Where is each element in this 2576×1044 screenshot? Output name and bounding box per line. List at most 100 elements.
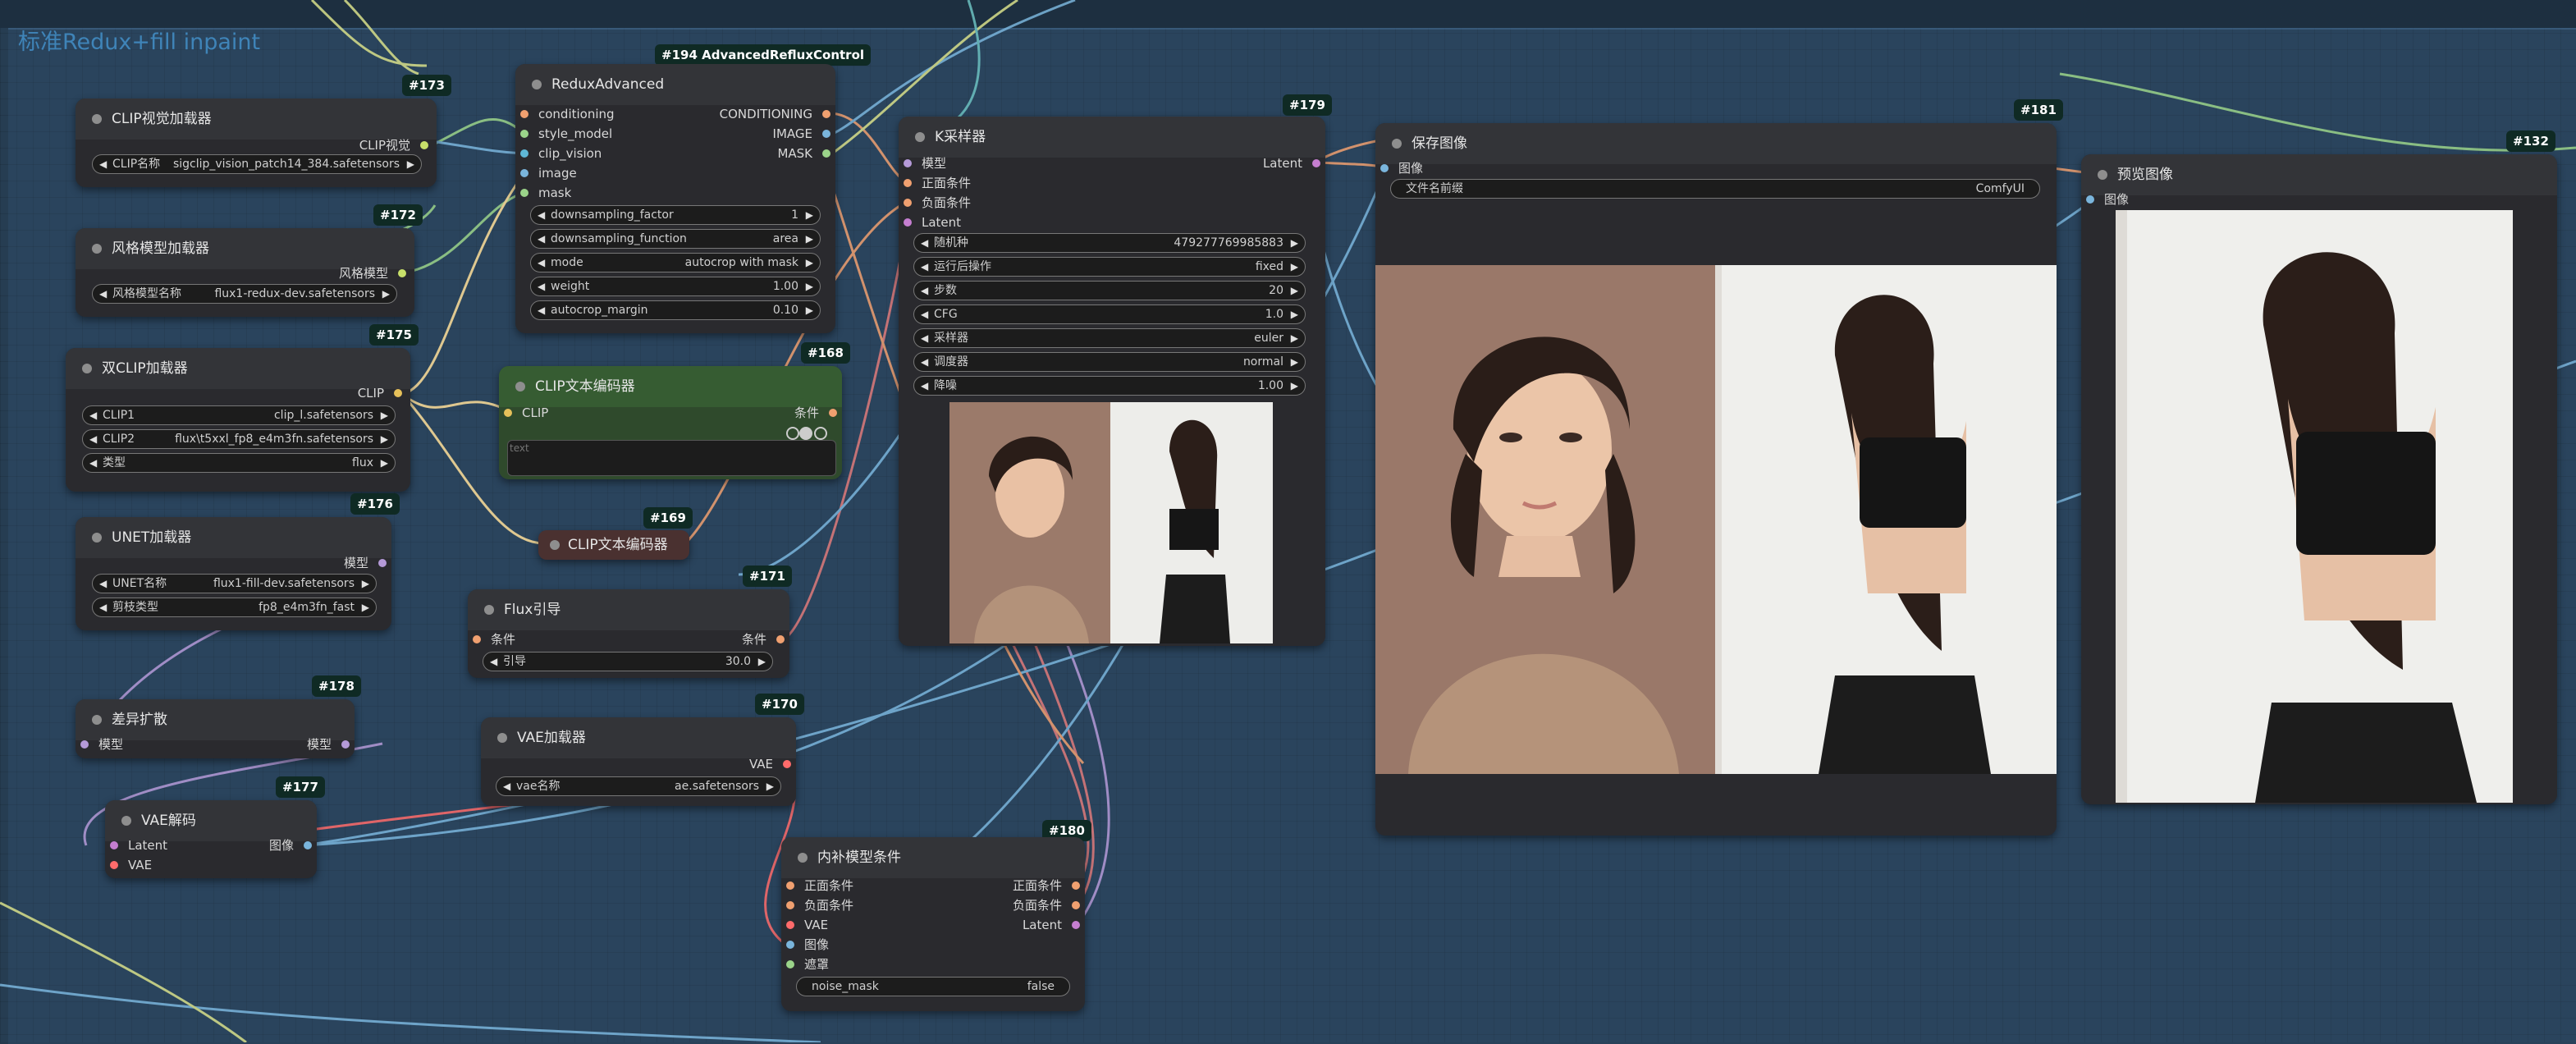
port-dot[interactable] [398,269,406,277]
node-clip-vision-loader[interactable]: #173 CLIP视觉加载器 CLIP视觉 ◀ CLIP名称 sigclip_vis… [75,75,451,187]
link-indicator-icon[interactable] [799,427,812,440]
arrow-right-icon[interactable]: ▶ [362,575,369,593]
node-title-bar[interactable]: CLIP视觉加载器 [75,98,437,140]
number-widget[interactable]: ◀ 步数 20 ▶ [913,281,1306,300]
arrow-right-icon[interactable]: ▶ [1291,282,1298,300]
arrow-right-icon[interactable]: ▶ [1291,305,1298,323]
arrow-left-icon[interactable]: ◀ [921,329,928,347]
input-port[interactable]: 图像 [786,937,829,952]
group-title[interactable]: 标准Redux+fill inpaint [18,28,260,57]
input-port[interactable]: 遮罩 [786,957,829,972]
collapse-toggle[interactable] [915,132,925,142]
collapse-toggle[interactable] [1392,139,1402,149]
port-dot[interactable] [1072,881,1080,890]
arrow-right-icon[interactable]: ▶ [381,430,388,448]
port-dot[interactable] [520,149,528,158]
collapse-toggle[interactable] [92,533,102,543]
toggle-widget[interactable]: noise_mask false [796,977,1070,996]
port-dot[interactable] [2086,195,2094,204]
arrow-left-icon[interactable]: ◀ [921,234,928,252]
combo-widget[interactable]: ◀ downsampling_function area ▶ [530,229,821,249]
arrow-right-icon[interactable]: ▶ [1291,329,1298,347]
output-port[interactable]: VAE [749,757,791,772]
combo-widget[interactable]: ◀ CLIP1 clip_l.safetensors ▶ [82,405,396,425]
node-clip-text-encode-positive[interactable]: #168 CLIP文本编码器 CLIP 条件 [499,342,850,479]
arrow-right-icon[interactable]: ▶ [758,652,766,671]
collapse-toggle[interactable] [497,733,507,743]
node-redux-advanced[interactable]: #194 AdvancedRefluxControl ReduxAdvanced… [515,44,872,333]
port-dot[interactable] [341,740,350,749]
output-port[interactable]: 风格模型 [339,266,406,281]
port-dot[interactable] [110,861,118,869]
collapse-toggle[interactable] [550,540,560,550]
arrow-right-icon[interactable]: ▶ [766,777,774,795]
arrow-left-icon[interactable]: ◀ [921,377,928,395]
collapse-toggle[interactable] [92,114,102,124]
arrow-left-icon[interactable]: ◀ [538,230,545,248]
link-indicator-icon[interactable] [814,427,827,440]
node-title-bar[interactable]: 差异扩散 [75,699,355,740]
port-dot[interactable] [110,841,118,849]
number-widget[interactable]: ◀ 引导 30.0 ▶ [483,652,773,671]
arrow-left-icon[interactable]: ◀ [89,406,97,424]
port-dot[interactable] [822,130,830,138]
combo-widget[interactable]: ◀ 运行后操作 fixed ▶ [913,257,1306,277]
output-port[interactable]: 模型 [307,737,350,752]
port-dot[interactable] [776,635,785,643]
node-title-bar[interactable]: K采样器 [899,117,1325,158]
port-dot[interactable] [1312,159,1320,167]
node-title-bar[interactable]: VAE加载器 [481,717,796,758]
arrow-left-icon[interactable]: ◀ [89,430,97,448]
combo-widget[interactable]: ◀ vae名称 ae.safetensors ▶ [496,776,781,796]
output-image[interactable] [1375,265,2057,774]
output-port[interactable]: CLIP视觉 [359,138,428,153]
collapse-toggle[interactable] [92,715,102,725]
arrow-right-icon[interactable]: ▶ [806,277,813,295]
arrow-right-icon[interactable]: ▶ [1291,258,1298,276]
port-dot[interactable] [378,559,387,567]
arrow-right-icon[interactable]: ▶ [1291,353,1298,371]
output-port[interactable]: 条件 [794,405,837,420]
input-port[interactable]: 模型 [80,737,123,752]
number-widget[interactable]: ◀ downsampling_factor 1 ▶ [530,205,821,225]
output-port[interactable]: Latent [1263,156,1320,171]
combo-widget[interactable]: ◀ 类型 flux ▶ [82,453,396,473]
input-port[interactable]: mask [520,185,571,200]
output-port[interactable]: Latent [1023,918,1080,932]
output-port[interactable]: 图像 [269,838,312,853]
input-port[interactable]: 图像 [1380,161,1423,176]
arrow-right-icon[interactable]: ▶ [1291,234,1298,252]
node-title-bar[interactable]: Flux引导 [468,589,789,630]
input-port[interactable]: 正面条件 [786,878,853,893]
arrow-left-icon[interactable]: ◀ [921,305,928,323]
node-title-bar[interactable]: 双CLIP加载器 [66,348,410,389]
node-flux-guidance[interactable]: #171 Flux引导 条件 条件 ◀ 引导 30.0 ▶ [468,566,792,678]
arrow-right-icon[interactable]: ▶ [362,598,369,616]
port-dot[interactable] [904,179,912,187]
combo-widget[interactable]: ◀ 调度器 normal ▶ [913,352,1306,372]
arrow-left-icon[interactable]: ◀ [921,353,928,371]
node-preview-image[interactable]: #132 预览图像 图像 [2081,130,2557,804]
number-widget[interactable]: ◀ CFG 1.0 ▶ [913,304,1306,324]
input-port[interactable]: Latent [904,215,961,230]
collapse-toggle[interactable] [484,605,494,615]
node-save-image[interactable]: #181 保存图像 图像 文件名前缀 ComfyUI [1375,99,2063,836]
port-dot[interactable] [822,110,830,118]
port-dot[interactable] [786,881,794,890]
port-dot[interactable] [420,141,428,149]
port-dot[interactable] [786,921,794,929]
arrow-right-icon[interactable]: ▶ [806,301,813,319]
node-title-bar[interactable]: UNET加载器 [75,517,391,558]
output-port[interactable]: MASK [777,146,830,161]
arrow-left-icon[interactable]: ◀ [99,575,107,593]
combo-widget[interactable]: ◀ CLIP2 flux\t5xxl_fp8_e4m3fn.safetensors ▶ [82,429,396,449]
port-dot[interactable] [904,218,912,227]
node-title-bar[interactable]: 预览图像 [2081,154,2557,195]
arrow-left-icon[interactable]: ◀ [921,282,928,300]
arrow-left-icon[interactable]: ◀ [538,206,545,224]
output-port[interactable]: 正面条件 [1013,878,1080,893]
collapse-toggle[interactable] [515,382,525,392]
collapse-toggle[interactable] [82,364,92,373]
node-unet-loader[interactable]: #176 UNET加载器 模型 ◀ UNET名称 flux1-fill-dev.sa… [75,493,400,630]
port-dot[interactable] [520,110,528,118]
